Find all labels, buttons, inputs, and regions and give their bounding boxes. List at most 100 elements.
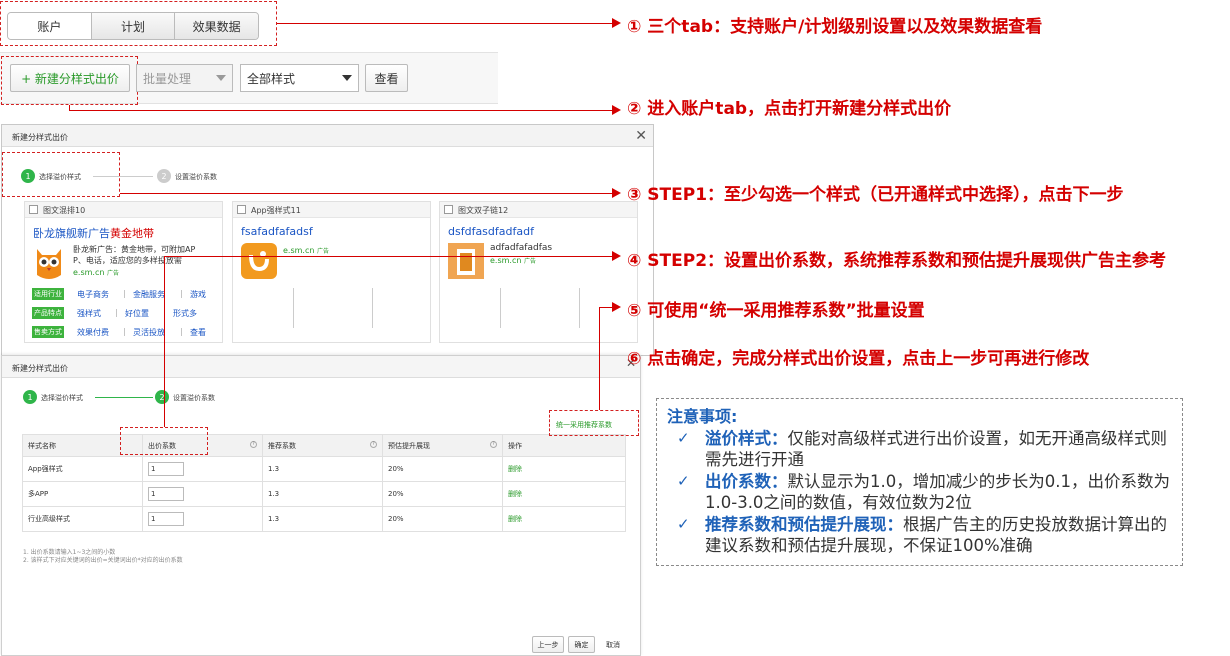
callout-6: ⑥ 点击确定，完成分样式出价设置，点击上一步可再进行修改 [627,349,1090,369]
link-flexible[interactable]: 灵活投放 [133,327,165,338]
callout-5: ⑤ 可使用“统一采用推荐系数”批量设置 [627,301,925,321]
step2-indicator: 2 [155,390,169,404]
bid-input[interactable]: 1 [148,487,184,501]
step1-label: 选择溢价样式 [41,394,83,402]
step1-indicator: 1 [23,390,37,404]
col-lift: 预估提升展现? [382,434,503,457]
cell-recommended: 1.3 [262,506,383,532]
step1-highlight [2,152,120,197]
prev-step-button[interactable]: 上一步 [532,636,564,653]
divider: | [180,289,183,298]
tab-plan[interactable]: 计划 [91,13,176,39]
uc-app-icon [241,243,277,279]
cell-bid: 1 [142,456,263,482]
new-style-bid-dialog-step2: 新建分样式出价 1 选择溢价样式 2 设置溢价系数 统一采用推荐系数 样式名称 … [1,355,641,656]
step2-indicator: 2 [157,169,171,183]
link-finance[interactable]: 金融服务 [133,289,165,300]
link-ecommerce[interactable]: 电子商务 [77,289,109,300]
checkbox[interactable] [29,205,38,214]
link-multi-form[interactable]: 形式多 [173,308,197,319]
footnotes: 1. 出价系数请输入1~3之间的小数 2. 该样式下对应关键词的出价=关键词出价… [23,549,183,564]
cancel-button[interactable]: 取消 [606,640,620,650]
arrow-right-icon [612,105,621,115]
card-ad-url: e.sm.cn 广告 [283,246,329,255]
cell-lift: 20% [382,506,503,532]
delete-link[interactable]: 删除 [502,481,626,507]
arrow-left-icon [612,18,621,28]
close-icon[interactable]: ✕ [635,128,647,144]
link-strong-style[interactable]: 强样式 [77,308,101,319]
check-icon: ✓ [677,429,690,447]
chevron-down-icon [216,75,226,81]
card-ad-url: e.sm.cn 广告 [490,256,536,265]
help-icon[interactable]: ? [250,440,257,448]
callout-2: ② 进入账户tab，点击打开新建分样式出价 [627,99,952,119]
checkbox[interactable] [444,205,453,214]
step2-label: 设置溢价系数 [173,394,215,402]
batch-process-select[interactable]: 批量处理 [136,64,233,92]
check-icon: ✓ [677,472,690,490]
cell-style-name: 多APP [22,481,143,507]
step-connector [95,397,153,398]
bid-input[interactable]: 1 [148,462,184,476]
cell-recommended: 1.3 [262,481,383,507]
notes-item: ✓ 推荐系数和预估提升展现：根据广告主的历史投放数据计算出的建议系数和预估提升展现… [677,515,1167,555]
callout1-line [277,23,614,24]
placeholder-bars [293,288,373,328]
tab-performance[interactable]: 效果数据 [175,13,258,39]
divider: | [180,327,183,336]
card-header: 图文混排10 [25,202,222,218]
divider: | [123,289,126,298]
notes-item: ✓ 溢价样式：仅能对高级样式进行出价设置，如无开通高级样式则需先进行开通 [677,429,1167,469]
bid-input[interactable]: 1 [148,512,184,526]
placeholder-bars [500,288,580,328]
confirm-button[interactable]: 确定 [568,636,595,653]
style-card-double-link[interactable]: 图文双子链12 dsfdfasdfadfadf adfadfafadfas e.… [439,201,638,343]
table-header-row: 样式名称 出价系数? 推荐系数? 预估提升展现? 操作 [22,434,626,457]
tag-features: 产品特点 [32,307,64,319]
arrow-right-icon [612,302,621,312]
cell-lift: 20% [382,456,503,482]
delete-link[interactable]: 删除 [502,456,626,482]
callout4-line [164,256,614,257]
check-icon: ✓ [677,515,690,533]
divider: | [115,308,118,317]
bid-column-highlight [120,427,208,455]
card-header: App强样式11 [233,202,430,218]
delete-link[interactable]: 删除 [502,506,626,532]
tag-sales: 售卖方式 [32,326,64,338]
style-card-mixed[interactable]: 图文混排10 卧龙旗舰新广告黄金地带 卧龙新广告：黄金地带，可附加AP P、电话，… [24,201,223,343]
style-filter-select[interactable]: 全部样式 [240,64,359,92]
callout2-line [69,110,614,111]
card-ad-title: 卧龙旗舰新广告黄金地带 [33,227,154,240]
cell-bid: 1 [142,506,263,532]
card-ad-desc: 卧龙新广告：黄金地带，可附加AP P、电话，适应您的多样投放需 [73,245,196,265]
style-card-app[interactable]: App强样式11 fsafadfafadsf e.sm.cn 广告 [232,201,431,343]
divider: | [123,327,126,336]
card-header: 图文双子链12 [440,202,637,218]
door-image-icon [448,243,484,279]
link-good-position[interactable]: 好位置 [125,308,149,319]
view-button[interactable]: 查看 [365,64,408,92]
arrow-right-icon [612,188,621,198]
help-icon[interactable]: ? [370,440,377,448]
notes-title: 注意事项: [667,407,738,426]
link-performance-pay[interactable]: 效果付费 [77,327,109,338]
card-ad-url: e.sm.cn 广告 [73,268,119,277]
callout-1: ① 三个tab：支持账户/计划级别设置以及效果数据查看 [627,17,1043,37]
notes-item: ✓ 出价系数：默认显示为1.0，增加减少的步长为0.1，出价系数为1.0-3.0之… [677,472,1170,512]
cell-style-name: 行业高级样式 [22,506,143,532]
link-view[interactable]: 查看 [190,327,206,338]
cell-style-name: App强样式 [22,456,143,482]
owl-logo-icon [33,243,65,281]
tab-account[interactable]: 账户 [8,13,92,39]
table-row: 行业高级样式 1 1.3 20% 删除 [22,506,626,532]
new-style-bid-button[interactable]: + 新建分样式出价 [10,64,130,92]
tab-bar: 账户 计划 效果数据 [7,12,259,40]
cell-recommended: 1.3 [262,456,383,482]
callout-4: ④ STEP2：设置出价系数，系统推荐系数和预估提升展现供广告主参考 [627,251,1167,271]
callout5-line [599,307,600,410]
link-game[interactable]: 游戏 [190,289,206,300]
checkbox[interactable] [237,205,246,214]
help-icon[interactable]: ? [490,440,497,448]
